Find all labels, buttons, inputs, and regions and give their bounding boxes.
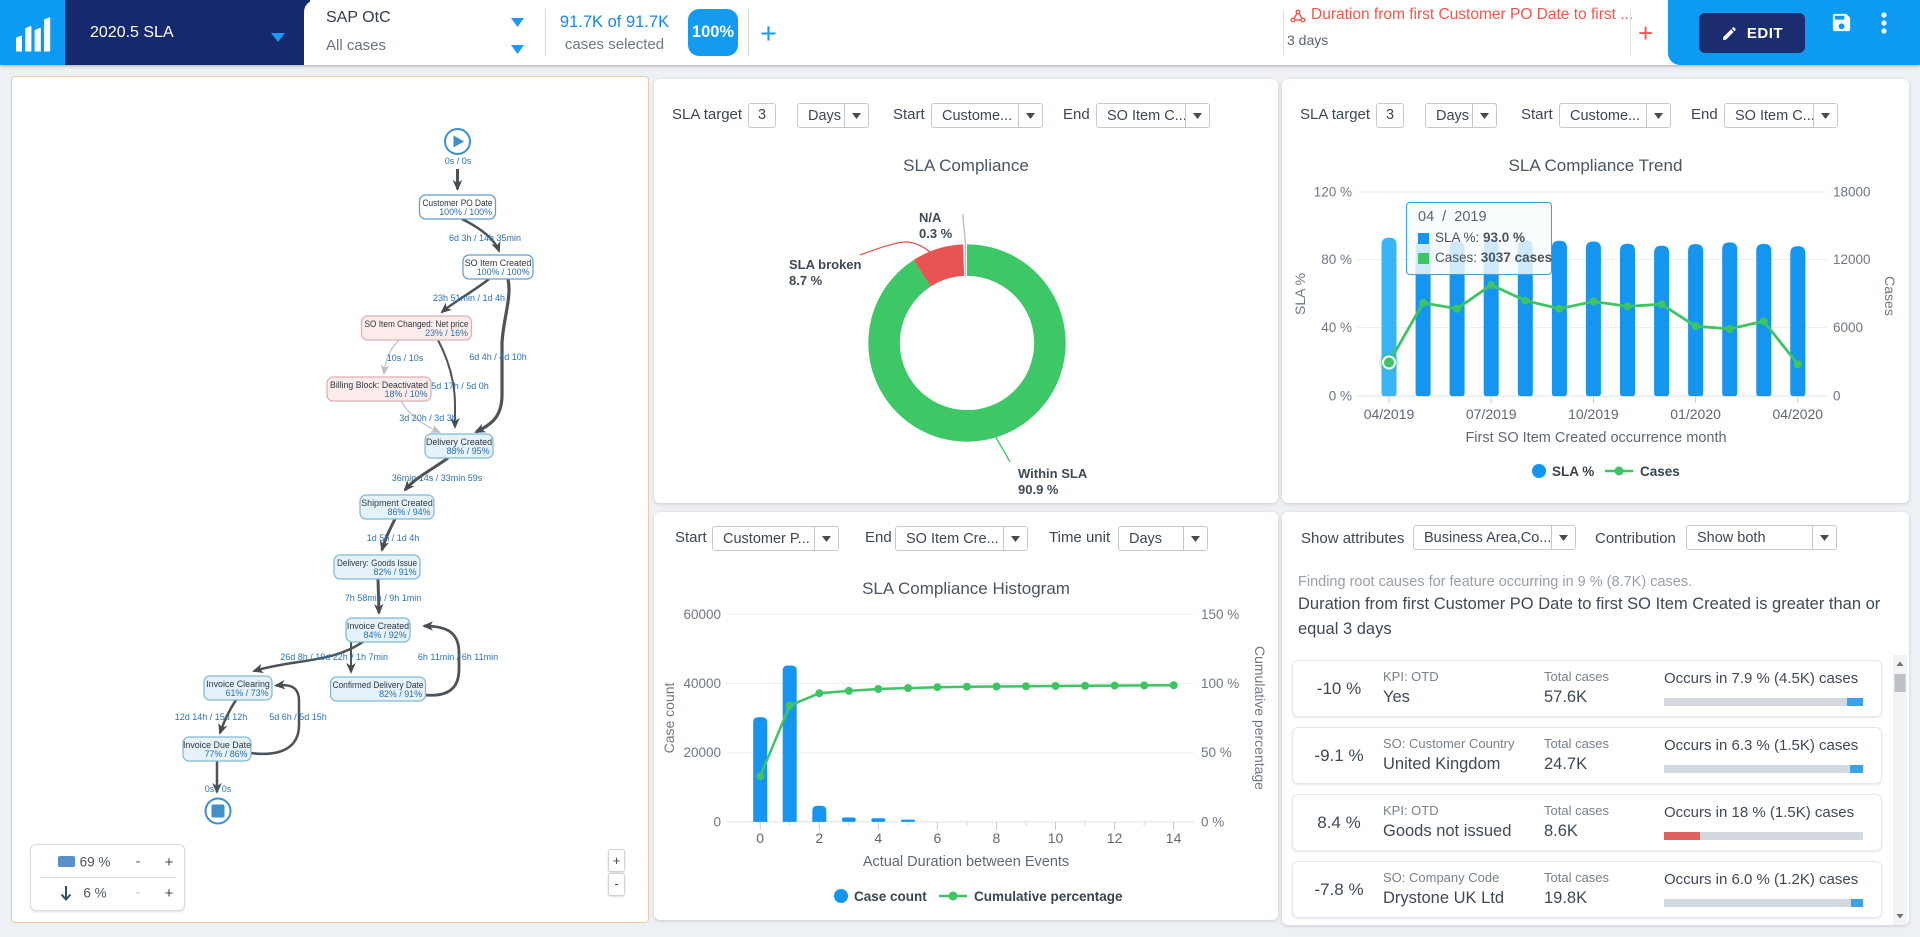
- svg-text:12: 12: [1107, 830, 1123, 846]
- svg-text:Case count: Case count: [661, 682, 677, 753]
- svg-text:0 %: 0 %: [1201, 814, 1224, 829]
- svg-text:Actual Duration between Events: Actual Duration between Events: [863, 854, 1069, 870]
- svg-text:100% / 100%: 100% / 100%: [439, 207, 492, 217]
- svg-text:6 %: 6 %: [83, 886, 106, 901]
- svg-text:6: 6: [934, 830, 942, 846]
- svg-text:8.7 %: 8.7 %: [789, 273, 823, 288]
- svg-text:12000: 12000: [1833, 252, 1871, 267]
- svg-text:84% / 92%: 84% / 92%: [364, 630, 407, 640]
- svg-text:18000: 18000: [1833, 185, 1871, 200]
- svg-text:88% / 95%: 88% / 95%: [447, 446, 490, 456]
- svg-text:0 %: 0 %: [1329, 389, 1352, 404]
- svg-text:69 %: 69 %: [80, 855, 111, 870]
- svg-text:100% / 100%: 100% / 100%: [477, 267, 530, 277]
- svg-text:50 %: 50 %: [1201, 745, 1232, 760]
- svg-text:5d 17h / 5d 0h: 5d 17h / 5d 0h: [431, 381, 489, 391]
- svg-text:77% / 86%: 77% / 86%: [205, 749, 248, 759]
- svg-text:18% / 10%: 18% / 10%: [385, 389, 428, 399]
- svg-text:36min 14s / 33min 59s: 36min 14s / 33min 59s: [392, 473, 483, 483]
- svg-text:0: 0: [756, 830, 764, 846]
- svg-text:20000: 20000: [683, 745, 721, 760]
- svg-text:First SO Item Created occurren: First SO Item Created occurrence month: [1465, 430, 1726, 446]
- svg-text:+: +: [165, 885, 174, 902]
- svg-text:6000: 6000: [1833, 320, 1863, 335]
- svg-text:Within SLA: Within SLA: [1018, 466, 1088, 481]
- svg-text:Cases: Cases: [1640, 464, 1680, 479]
- svg-text:150 %: 150 %: [1201, 607, 1239, 622]
- svg-text:0: 0: [713, 814, 721, 829]
- svg-text:23h 51min / 1d 4h: 23h 51min / 1d 4h: [433, 293, 505, 303]
- svg-text:8: 8: [993, 830, 1001, 846]
- svg-text:1d 5h / 1d 4h: 1d 5h / 1d 4h: [367, 533, 420, 543]
- svg-text:04/2020: 04/2020: [1772, 406, 1823, 422]
- svg-text:6h 11min / 6h 11min: 6h 11min / 6h 11min: [418, 652, 498, 662]
- svg-text:-: -: [136, 853, 141, 870]
- svg-text:0: 0: [1833, 389, 1841, 404]
- svg-text:3d 20h / 3d 3h: 3d 20h / 3d 3h: [399, 413, 457, 423]
- svg-text:14: 14: [1166, 830, 1182, 846]
- svg-text:100 %: 100 %: [1201, 676, 1239, 691]
- svg-text:0s / 0s: 0s / 0s: [445, 156, 472, 166]
- svg-text:0.3 %: 0.3 %: [919, 226, 953, 241]
- svg-text:6d 3h / 14h 35min: 6d 3h / 14h 35min: [449, 233, 521, 243]
- svg-text:61% / 73%: 61% / 73%: [226, 688, 269, 698]
- svg-text:N/A: N/A: [919, 210, 942, 225]
- svg-text:/ 1h 7min: / 1h 7min: [351, 652, 388, 662]
- svg-text:82% / 91%: 82% / 91%: [374, 567, 417, 577]
- svg-text:12d 14h / 15d 12h: 12d 14h / 15d 12h: [175, 712, 248, 722]
- svg-text:Cumulative percentage: Cumulative percentage: [974, 889, 1123, 904]
- svg-text:10: 10: [1048, 830, 1064, 846]
- svg-text:82% / 91%: 82% / 91%: [379, 689, 422, 699]
- svg-text:10/2019: 10/2019: [1568, 406, 1619, 422]
- svg-text:40 %: 40 %: [1321, 320, 1352, 335]
- svg-text:10s / 10s: 10s / 10s: [387, 353, 424, 363]
- svg-text:-: -: [136, 884, 141, 901]
- svg-text:60000: 60000: [683, 607, 721, 622]
- svg-text:+: +: [165, 854, 174, 871]
- svg-text:40000: 40000: [683, 676, 721, 691]
- svg-text:90.9 %: 90.9 %: [1018, 482, 1059, 497]
- svg-text:0s / 0s: 0s / 0s: [205, 784, 232, 794]
- svg-text:Cumulative percentage: Cumulative percentage: [1252, 646, 1268, 790]
- svg-text:4: 4: [874, 830, 882, 846]
- svg-text:Case count: Case count: [854, 889, 927, 904]
- svg-text:Cases: Cases: [1882, 276, 1898, 316]
- svg-text:26d 8h / 19d 22h: 26d 8h / 19d 22h: [280, 652, 348, 662]
- svg-text:SLA broken: SLA broken: [789, 257, 862, 272]
- svg-text:7h 58min / 9h 1min: 7h 58min / 9h 1min: [345, 593, 422, 603]
- svg-text:6d 4h / 4d 10h: 6d 4h / 4d 10h: [469, 352, 527, 362]
- svg-text:86% / 94%: 86% / 94%: [388, 507, 431, 517]
- svg-text:04/2019: 04/2019: [1364, 406, 1415, 422]
- svg-text:07/2019: 07/2019: [1466, 406, 1517, 422]
- svg-text:120 %: 120 %: [1314, 185, 1352, 200]
- svg-text:80 %: 80 %: [1321, 252, 1352, 267]
- svg-text:SLA %: SLA %: [1552, 464, 1594, 479]
- svg-text:SLA %: SLA %: [1292, 273, 1308, 315]
- svg-text:23% / 16%: 23% / 16%: [425, 328, 468, 338]
- svg-text:01/2020: 01/2020: [1670, 406, 1721, 422]
- svg-text:2: 2: [815, 830, 823, 846]
- svg-text:5d 6h / 5d 15h: 5d 6h / 5d 15h: [269, 712, 327, 722]
